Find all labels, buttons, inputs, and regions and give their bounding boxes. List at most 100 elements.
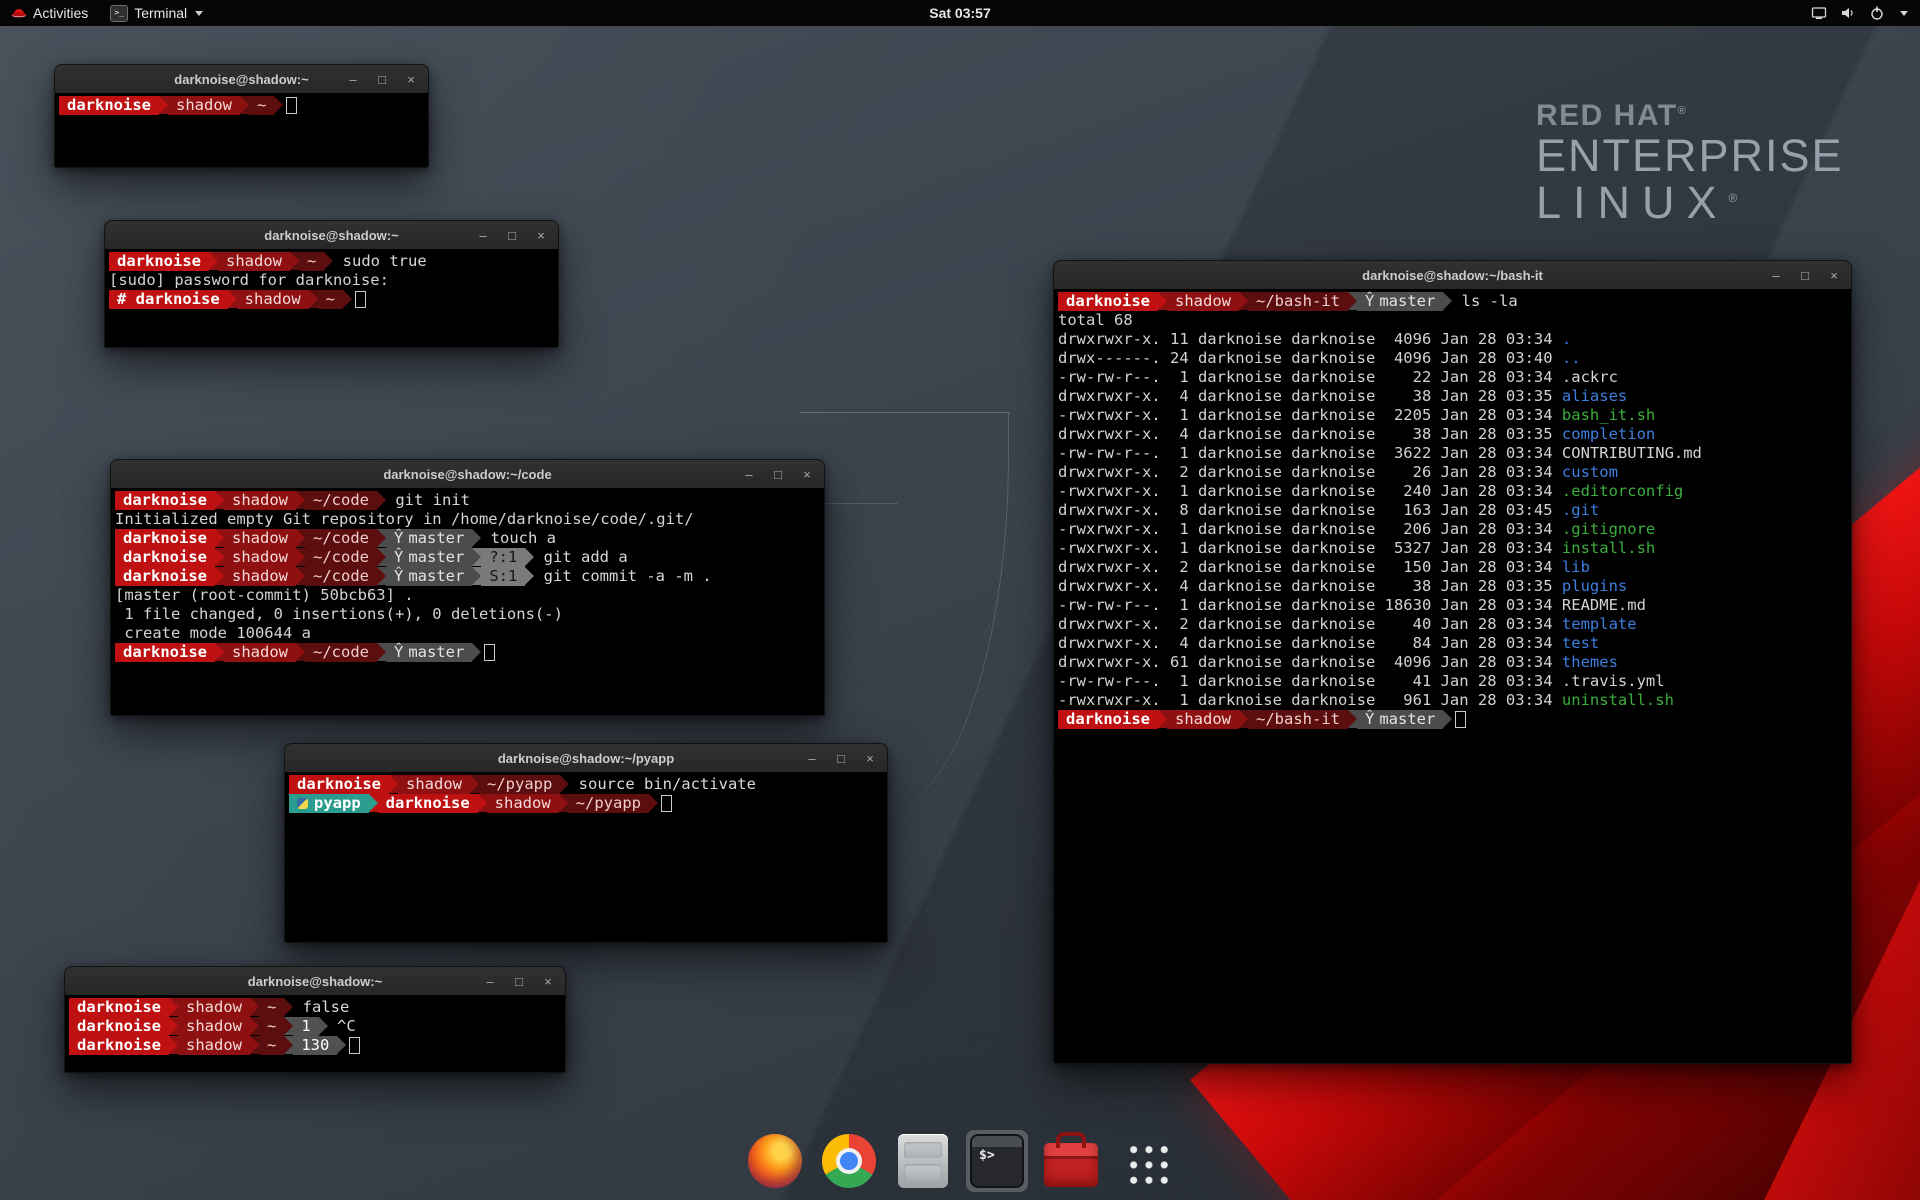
- powerline-separator: [250, 998, 259, 1016]
- terminal-line: drwxrwxr-x. 4 darknoise darknoise 38 Jan…: [1058, 425, 1851, 444]
- minimize-button[interactable]: –: [483, 975, 497, 988]
- prompt-segment-user: darknoise: [115, 529, 215, 548]
- prompt-segment-user: darknoise: [115, 643, 215, 662]
- prompt-segment-host: shadow: [224, 643, 296, 662]
- minimize-button[interactable]: –: [346, 73, 360, 86]
- titlebar[interactable]: darknoise@shadow:~/code – □ ×: [111, 460, 824, 489]
- titlebar[interactable]: darknoise@shadow:~/pyapp – □ ×: [285, 744, 887, 773]
- terminal-line: drwxrwxr-x. 2 darknoise darknoise 26 Jan…: [1058, 463, 1851, 482]
- output-text: -rw-rw-r--. 1 darknoise darknoise 41 Jan…: [1058, 672, 1665, 690]
- file-name: bash_it.sh: [1562, 406, 1655, 424]
- output-text: 1 file changed, 0 insertions(+), 0 delet…: [115, 605, 563, 623]
- powerline-separator: [525, 567, 534, 585]
- prompt-segment-user: darknoise: [115, 548, 215, 567]
- files-icon: [898, 1134, 948, 1188]
- maximize-button[interactable]: □: [771, 468, 785, 481]
- maximize-button[interactable]: □: [834, 752, 848, 765]
- titlebar[interactable]: darknoise@shadow:~ – □ ×: [105, 221, 558, 250]
- terminal-window-pyapp: darknoise@shadow:~/pyapp – □ × darknoise…: [284, 743, 888, 943]
- terminal-line: darknoiseshadow~130: [69, 1036, 565, 1055]
- minimize-button[interactable]: –: [742, 468, 756, 481]
- file-name: plugins: [1562, 577, 1627, 595]
- toolbox-icon: [1044, 1143, 1098, 1187]
- terminal-content[interactable]: darknoiseshadow~/pyapp source bin/activa…: [285, 772, 887, 942]
- terminal-content[interactable]: darknoiseshadow~/code git initInitialize…: [111, 488, 824, 715]
- window-title: darknoise@shadow:~/code: [383, 467, 551, 482]
- powerline-separator: [472, 643, 481, 661]
- prompt-segment-host: shadow: [224, 491, 296, 510]
- output-text: drwxrwxr-x. 2 darknoise darknoise 26 Jan…: [1058, 463, 1562, 481]
- terminal-cursor: [484, 644, 495, 661]
- terminal-line: -rw-rw-r--. 1 darknoise darknoise 3622 J…: [1058, 444, 1851, 463]
- file-name: themes: [1562, 653, 1618, 671]
- terminal-cursor: [355, 291, 366, 308]
- terminal-app-menu[interactable]: >_ Terminal: [99, 0, 214, 26]
- terminal-content[interactable]: darknoiseshadow~ falsedarknoiseshadow~1 …: [65, 995, 565, 1072]
- powerline-separator: [296, 529, 305, 547]
- minimize-button[interactable]: –: [1769, 269, 1783, 282]
- system-status-area[interactable]: [1799, 0, 1920, 26]
- dock-item-terminal[interactable]: $>: [966, 1130, 1028, 1192]
- powerline-separator: [377, 567, 386, 585]
- prompt-segment-git: Ŷmaster: [386, 643, 472, 662]
- command-text: ^C: [328, 1017, 356, 1035]
- close-button[interactable]: ×: [1827, 269, 1841, 282]
- maximize-button[interactable]: □: [512, 975, 526, 988]
- maximize-button[interactable]: □: [375, 73, 389, 86]
- branch-icon: Ŷ: [394, 567, 403, 586]
- python-icon: [297, 798, 308, 809]
- terminal-window-home-1: darknoise@shadow:~ – □ × darknoiseshadow…: [54, 64, 429, 168]
- maximize-button[interactable]: □: [1798, 269, 1812, 282]
- powerline-separator: [319, 1017, 328, 1035]
- close-button[interactable]: ×: [541, 975, 555, 988]
- prompt-segment-path: ~/code: [305, 529, 377, 548]
- window-title: darknoise@shadow:~: [248, 974, 382, 989]
- powerline-separator: [377, 529, 386, 547]
- terminal-content[interactable]: darknoiseshadow~: [55, 93, 428, 167]
- powerline-separator: [369, 794, 378, 812]
- terminal-cursor: [661, 795, 672, 812]
- close-button[interactable]: ×: [800, 468, 814, 481]
- dock-item-toolbox[interactable]: [1040, 1130, 1102, 1192]
- terminal-content[interactable]: darknoiseshadow~ sudo true[sudo] passwor…: [105, 249, 558, 347]
- prompt-segment-path: ~: [259, 998, 284, 1017]
- terminal-content[interactable]: darknoiseshadow~/bash-itŶmaster ls -lato…: [1054, 289, 1851, 1063]
- output-text: [master (root-commit) 50bcb63] .: [115, 586, 414, 604]
- titlebar[interactable]: darknoise@shadow:~/bash-it – □ ×: [1054, 261, 1851, 290]
- maximize-button[interactable]: □: [505, 229, 519, 242]
- window-title: darknoise@shadow:~: [264, 228, 398, 243]
- top-bar: Activities >_ Terminal Sat 03:57: [0, 0, 1920, 26]
- desktop: RED HAT® ENTERPRISE LINUX® Activities >_…: [0, 0, 1920, 1200]
- powerline-separator: [296, 643, 305, 661]
- output-text: drwxrwxr-x. 11 darknoise darknoise 4096 …: [1058, 330, 1562, 348]
- dock-item-chrome[interactable]: [818, 1130, 880, 1192]
- prompt-segment-gitstat: S:1: [481, 567, 525, 586]
- output-text: create mode 100644 a: [115, 624, 311, 642]
- powerline-separator: [284, 998, 293, 1016]
- close-button[interactable]: ×: [404, 73, 418, 86]
- titlebar[interactable]: darknoise@shadow:~ – □ ×: [55, 65, 428, 94]
- prompt-segment-host: shadow: [178, 998, 250, 1017]
- powerline-separator: [309, 290, 318, 308]
- file-name: uninstall.sh: [1562, 691, 1674, 709]
- dock-item-app-grid[interactable]: [1114, 1130, 1176, 1192]
- powerline-separator: [159, 96, 168, 114]
- output-text: -rw-rw-r--. 1 darknoise darknoise 18630 …: [1058, 596, 1646, 614]
- terminal-line: -rwxrwxr-x. 1 darknoise darknoise 961 Ja…: [1058, 691, 1851, 710]
- minimize-button[interactable]: –: [476, 229, 490, 242]
- clock-button[interactable]: Sat 03:57: [929, 5, 990, 21]
- powerline-separator: [215, 548, 224, 566]
- activities-button[interactable]: Activities: [0, 0, 99, 26]
- output-text: -rwxrwxr-x. 1 darknoise darknoise 206 Ja…: [1058, 520, 1562, 538]
- output-text: -rwxrwxr-x. 1 darknoise darknoise 5327 J…: [1058, 539, 1562, 557]
- dock-item-files[interactable]: [892, 1130, 954, 1192]
- dock: $>: [744, 1130, 1176, 1192]
- minimize-button[interactable]: –: [805, 752, 819, 765]
- powerline-separator: [290, 252, 299, 270]
- titlebar[interactable]: darknoise@shadow:~ – □ ×: [65, 967, 565, 996]
- file-name: template: [1562, 615, 1637, 633]
- dock-item-firefox[interactable]: [744, 1130, 806, 1192]
- close-button[interactable]: ×: [534, 229, 548, 242]
- close-button[interactable]: ×: [863, 752, 877, 765]
- powerline-separator: [525, 548, 534, 566]
